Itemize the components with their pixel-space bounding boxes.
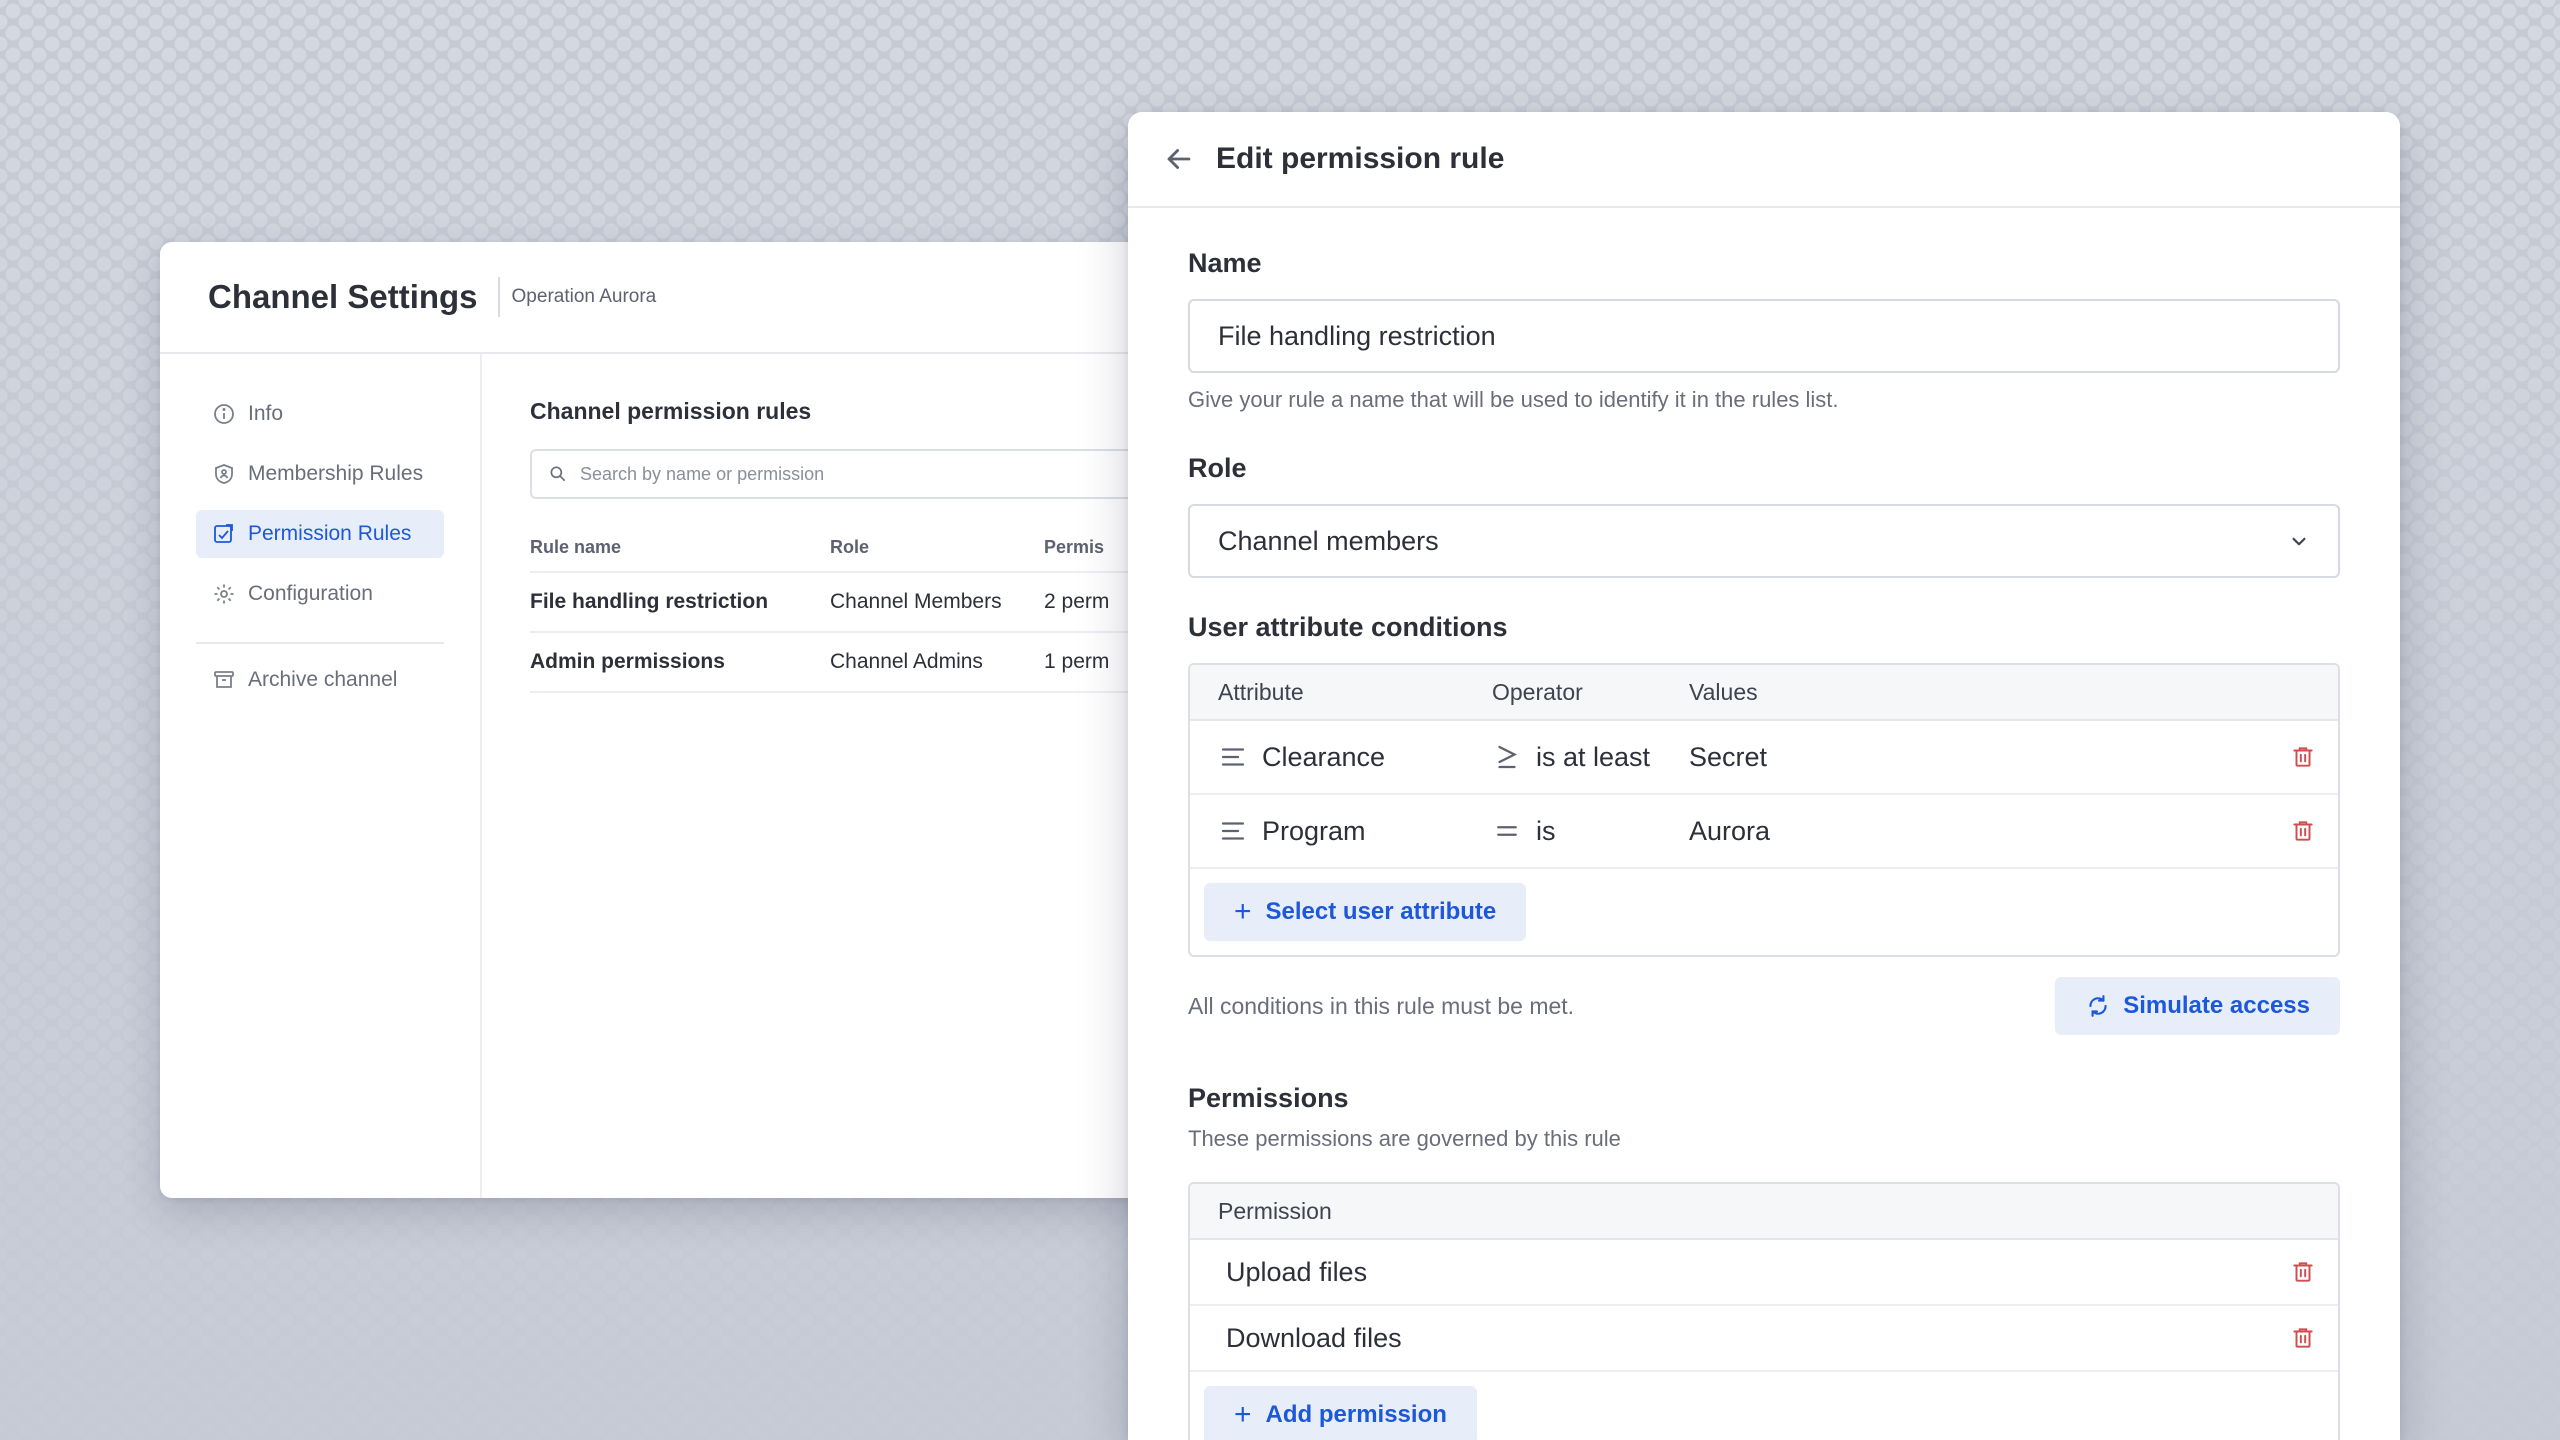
condition-row[interactable]: Clearance is at least Secret <box>1190 721 2338 795</box>
conditions-header: Attribute Operator Values <box>1190 665 2338 721</box>
rule-name: Admin permissions <box>530 650 725 673</box>
rule-role: Channel Members <box>830 590 1002 613</box>
add-permission-button[interactable]: + Add permission <box>1204 1386 1477 1440</box>
greater-equal-icon <box>1498 745 1518 769</box>
trash-icon[interactable] <box>2290 1259 2316 1285</box>
sidebar-item-membership-rules[interactable]: Membership Rules <box>196 450 444 498</box>
archive-icon <box>214 671 234 688</box>
title-divider <box>497 277 500 317</box>
settings-sidebar: Info Membership Rules Permission Rules C… <box>160 354 482 1198</box>
plus-icon: + <box>1234 1398 1252 1431</box>
role-label: Role <box>1188 453 1247 483</box>
condition-attribute: Clearance <box>1262 741 1386 772</box>
conditions-table: Attribute Operator Values Clearance is a… <box>1188 663 2340 957</box>
table-row[interactable]: Admin permissions Channel Admins 1 perm <box>530 633 1170 693</box>
condition-attribute: Program <box>1262 815 1366 846</box>
condition-value: Aurora <box>1689 815 1771 846</box>
sidebar-item-label: Configuration <box>248 582 373 605</box>
conditions-note: All conditions in this rule must be met. <box>1188 992 1575 1019</box>
rule-name: File handling restriction <box>530 590 769 613</box>
sidebar-item-label: Membership Rules <box>248 462 424 485</box>
sidebar-item-archive-channel[interactable]: Archive channel <box>196 656 444 704</box>
select-user-attribute-button[interactable]: + Select user attribute <box>1204 883 1527 941</box>
permissions-label: Permissions <box>1188 1083 1349 1113</box>
section-title: Channel permission rules <box>530 398 812 424</box>
checklist-icon <box>214 524 233 543</box>
condition-operator: is at least <box>1536 741 1651 772</box>
permission-rules-section: Channel permission rules Search by name … <box>482 354 1170 1198</box>
role-selected-value: Channel members <box>1218 525 1439 556</box>
edit-panel-header: Edit permission rule <box>1128 112 2400 208</box>
refresh-icon <box>2089 995 2107 1017</box>
rule-name-input[interactable] <box>1188 299 2340 373</box>
column-header-operator: Operator <box>1492 678 1583 705</box>
panel-title: Edit permission rule <box>1216 142 1505 175</box>
table-header: Rule name Role Permis <box>530 523 1170 573</box>
conditions-label: User attribute conditions <box>1188 612 1508 642</box>
permission-name: Download files <box>1226 1322 1402 1353</box>
page-title: Channel Settings <box>208 278 478 315</box>
role-select[interactable]: Channel members <box>1188 504 2340 578</box>
simulate-access-label: Simulate access <box>2123 992 2310 1019</box>
rule-role: Channel Admins <box>830 650 983 673</box>
select-user-attribute-label: Select user attribute <box>1265 898 1497 925</box>
column-header-values: Values <box>1689 678 1758 705</box>
trash-icon[interactable] <box>2290 1325 2316 1351</box>
chevron-down-icon <box>2292 537 2306 546</box>
gear-icon <box>214 584 234 604</box>
sidebar-item-configuration[interactable]: Configuration <box>196 570 444 618</box>
column-header-attribute: Attribute <box>1218 678 1304 705</box>
column-header-permission: Permission <box>1218 1197 1332 1224</box>
sidebar-item-label: Permission Rules <box>248 522 412 545</box>
sidebar-item-label: Info <box>248 402 284 425</box>
plus-icon: + <box>1234 895 1252 928</box>
simulate-access-button[interactable]: Simulate access <box>2055 977 2340 1035</box>
permissions-table: Permission Upload files Download files +… <box>1188 1182 2340 1440</box>
add-permission-label: Add permission <box>1265 1401 1447 1428</box>
edit-permission-rule-panel: Edit permission rule Name Give your rule… <box>1128 112 2400 1440</box>
permissions-header: Permission <box>1190 1184 2338 1240</box>
rules-search-input[interactable]: Search by name or permission <box>530 449 1170 499</box>
name-label: Name <box>1188 248 1262 278</box>
permissions-help-text: These permissions are governed by this r… <box>1188 1126 1621 1151</box>
search-placeholder: Search by name or permission <box>580 463 825 484</box>
back-arrow-icon[interactable] <box>1162 142 1196 176</box>
equals-icon <box>1497 826 1517 836</box>
sidebar-item-info[interactable]: Info <box>196 390 444 438</box>
trash-icon[interactable] <box>2290 744 2316 770</box>
channel-name: Operation Aurora <box>511 286 657 307</box>
column-header-role: Role <box>830 536 870 557</box>
search-icon <box>550 466 566 482</box>
rules-table: Rule name Role Permis File handling rest… <box>530 523 1170 693</box>
text-align-icon <box>1221 748 1245 766</box>
sidebar-divider <box>196 642 444 644</box>
permission-name: Upload files <box>1226 1256 1368 1287</box>
info-icon <box>214 404 234 424</box>
text-align-icon <box>1221 822 1245 840</box>
sidebar-item-label: Archive channel <box>248 668 398 691</box>
channel-settings-window: Channel Settings Operation Aurora Info M… <box>160 242 1170 1198</box>
shield-icon <box>215 464 233 484</box>
condition-value: Secret <box>1689 741 1768 772</box>
column-header-rule-name: Rule name <box>530 536 622 557</box>
condition-operator: is <box>1536 815 1556 846</box>
sidebar-item-permission-rules[interactable]: Permission Rules <box>196 510 444 558</box>
table-row[interactable]: File handling restriction Channel Member… <box>530 573 1170 633</box>
name-help-text: Give your rule a name that will be used … <box>1188 387 1839 412</box>
channel-settings-header: Channel Settings Operation Aurora <box>160 242 1170 354</box>
permission-row[interactable]: Download files <box>1190 1306 2338 1372</box>
trash-icon[interactable] <box>2290 818 2316 844</box>
permission-row[interactable]: Upload files <box>1190 1240 2338 1306</box>
condition-row[interactable]: Program is Aurora <box>1190 795 2338 869</box>
